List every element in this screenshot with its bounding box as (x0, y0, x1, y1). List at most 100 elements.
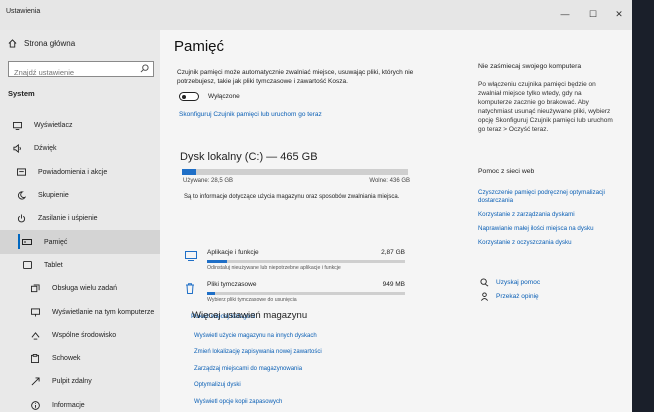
home-link[interactable]: Strona główna (8, 39, 75, 48)
search-box[interactable] (8, 61, 154, 80)
sidebar-item-label: Wyświetlacz (34, 122, 73, 130)
help-link[interactable]: Korzystanie z zarządzania dyskami (478, 211, 608, 219)
sidebar-item-label: Tablet (44, 261, 63, 269)
power-icon (16, 214, 26, 224)
change-save-location-link[interactable]: Zmień lokalizację zapisywania nowej zawa… (194, 349, 322, 355)
get-help-label: Uzyskaj pomoc (496, 279, 541, 286)
sidebar-item-pamiec[interactable]: Pamięć (0, 230, 160, 254)
category-size: 949 MB (382, 281, 405, 288)
section-label: System (8, 89, 35, 98)
home-icon (8, 39, 17, 48)
multitask-icon (30, 284, 40, 294)
disk-usage-fill (182, 169, 196, 175)
support-links: Uzyskaj pomoc Przekaż opinię (480, 278, 540, 306)
sidebar: Strona główna System Wyświetlacz Dźwięk … (0, 30, 160, 412)
storage-sense-toggle[interactable] (179, 92, 199, 101)
sidebar-item-label: Schowek (52, 355, 81, 363)
help-chat-icon (480, 278, 489, 287)
sidebar-item-label: Pulpit zdalny (52, 378, 92, 386)
storage-info-text: Są to informacje dotyczące użycia magazy… (184, 194, 400, 200)
title-bar: Ustawienia — ☐ ✕ (0, 0, 632, 30)
sidebar-item-label: Informacje (52, 401, 85, 409)
sidebar-item-skupienie[interactable]: Skupienie (0, 184, 160, 207)
sidebar-item-dzwiek[interactable]: Dźwięk (0, 137, 160, 160)
moon-icon (16, 191, 26, 201)
sidebar-item-wyswietlacz[interactable]: Wyświetlacz (0, 114, 160, 137)
sidebar-item-tablet[interactable]: Tablet (0, 254, 160, 277)
tips-text: Po włączeniu czujnika pamięci będzie on … (478, 81, 613, 133)
disk-usage-bar (182, 169, 408, 175)
sidebar-nav: Wyświetlacz Dźwięk Powiadomienia i akcje… (0, 114, 160, 412)
category-description: Odinstaluj nieużywane lub niepotrzebne a… (207, 265, 341, 271)
remote-icon (30, 377, 40, 387)
feedback-icon (480, 292, 489, 301)
category-bar (207, 260, 405, 263)
configure-storage-sense-link[interactable]: Skonfiguruj Czujnik pamięci lub uruchom … (179, 111, 322, 118)
sidebar-item-obsluga-wielu-zadan[interactable]: Obsługa wielu zadań (0, 277, 160, 300)
monitor-icon (12, 121, 22, 131)
sidebar-item-label: Wyświetlanie na tym komputerze (52, 308, 155, 316)
category-description: Wybierz pliki tymczasowe do usunięcia (207, 297, 297, 303)
storage-icon (22, 237, 32, 247)
search-icon[interactable] (140, 64, 149, 73)
share-icon (30, 330, 40, 340)
sidebar-item-informacje[interactable]: Informacje (0, 394, 160, 412)
home-label: Strona główna (24, 39, 76, 48)
view-other-drives-link[interactable]: Wyświetl użycie magazynu na innych dyska… (194, 333, 317, 339)
category-temp-files[interactable]: Pliki tymczasowe 949 MB Wybierz pliki ty… (185, 281, 405, 307)
page-title: Pamięć (174, 38, 225, 55)
storage-sense-description: Czujnik pamięci może automatycznie zwaln… (177, 69, 414, 85)
category-bar-fill (207, 292, 215, 295)
close-button[interactable]: ✕ (608, 6, 630, 22)
category-name: Aplikacje i funkcje (207, 249, 259, 256)
optimize-drives-link[interactable]: Optymalizuj dyski (194, 382, 241, 388)
minimize-button[interactable]: — (554, 6, 576, 22)
tips-panel: Nie zaśmiecaj swojego komputera Po włącz… (478, 63, 624, 134)
info-icon (30, 400, 40, 410)
get-help-link[interactable]: Uzyskaj pomoc (480, 278, 540, 287)
disk-used-label: Używane: 28,5 GB (183, 178, 234, 184)
trash-icon (186, 283, 194, 294)
main-content: Pamięć Czujnik pamięci może automatyczni… (160, 30, 632, 412)
web-help-panel: Pomoc z sieci web Czyszczenie pamięci po… (478, 168, 608, 253)
window-title: Ustawienia (6, 8, 41, 15)
maximize-button[interactable]: ☐ (582, 6, 604, 22)
sidebar-item-label: Pamięć (44, 238, 68, 246)
sidebar-item-label: Obsługa wielu zadań (52, 285, 117, 293)
settings-window: Ustawienia — ☐ ✕ Strona główna System Wy… (0, 0, 632, 412)
manage-storage-spaces-link[interactable]: Zarządzaj miejscami do magazynowania (194, 366, 302, 372)
clipboard-icon (30, 354, 40, 364)
sidebar-item-label: Skupienie (38, 192, 69, 200)
help-link[interactable]: Czyszczenie pamięci podręcznej optymaliz… (478, 189, 608, 205)
sidebar-item-label: Dźwięk (34, 145, 57, 153)
sidebar-item-wyswietlanie[interactable]: Wyświetlanie na tym komputerze (0, 300, 160, 323)
toggle-state-label: Wyłączone (208, 93, 240, 100)
sidebar-item-label: Zasilanie i uśpienie (38, 215, 98, 223)
sidebar-item-pulpit-zdalny[interactable]: Pulpit zdalny (0, 370, 160, 393)
project-icon (30, 307, 40, 317)
category-name: Pliki tymczasowe (207, 281, 257, 288)
category-size: 2,87 GB (381, 249, 405, 256)
sidebar-item-wspolne-srodowisko[interactable]: Wspólne środowisko (0, 324, 160, 347)
category-bar (207, 292, 405, 295)
help-link[interactable]: Korzystanie z oczyszczania dysku (478, 239, 608, 247)
help-heading: Pomoc z sieci web (478, 168, 535, 175)
search-input[interactable] (9, 65, 134, 80)
sidebar-item-label: Powiadomienia i akcje (38, 168, 108, 176)
feedback-link[interactable]: Przekaż opinię (480, 292, 540, 301)
sidebar-item-powiadomienia[interactable]: Powiadomienia i akcje (0, 161, 160, 184)
disk-title: Dysk lokalny (C:) — 465 GB (180, 151, 318, 163)
apps-icon (185, 251, 197, 261)
notification-icon (16, 167, 26, 177)
sidebar-item-schowek[interactable]: Schowek (0, 347, 160, 370)
speaker-icon (12, 144, 22, 154)
category-bar-fill (207, 260, 227, 263)
sidebar-item-zasilanie[interactable]: Zasilanie i uśpienie (0, 207, 160, 230)
help-link[interactable]: Naprawianie małej ilości miejsca na dysk… (478, 225, 608, 233)
category-apps[interactable]: Aplikacje i funkcje 2,87 GB Odinstaluj n… (185, 249, 405, 275)
tips-heading: Nie zaśmiecaj swojego komputera (478, 63, 582, 70)
sidebar-item-label: Wspólne środowisko (52, 331, 117, 339)
tablet-icon (22, 260, 32, 270)
more-storage-settings-title: Więcej ustawień magazynu (192, 310, 308, 321)
backup-options-link[interactable]: Wyświetl opcje kopii zapasowych (194, 399, 282, 405)
